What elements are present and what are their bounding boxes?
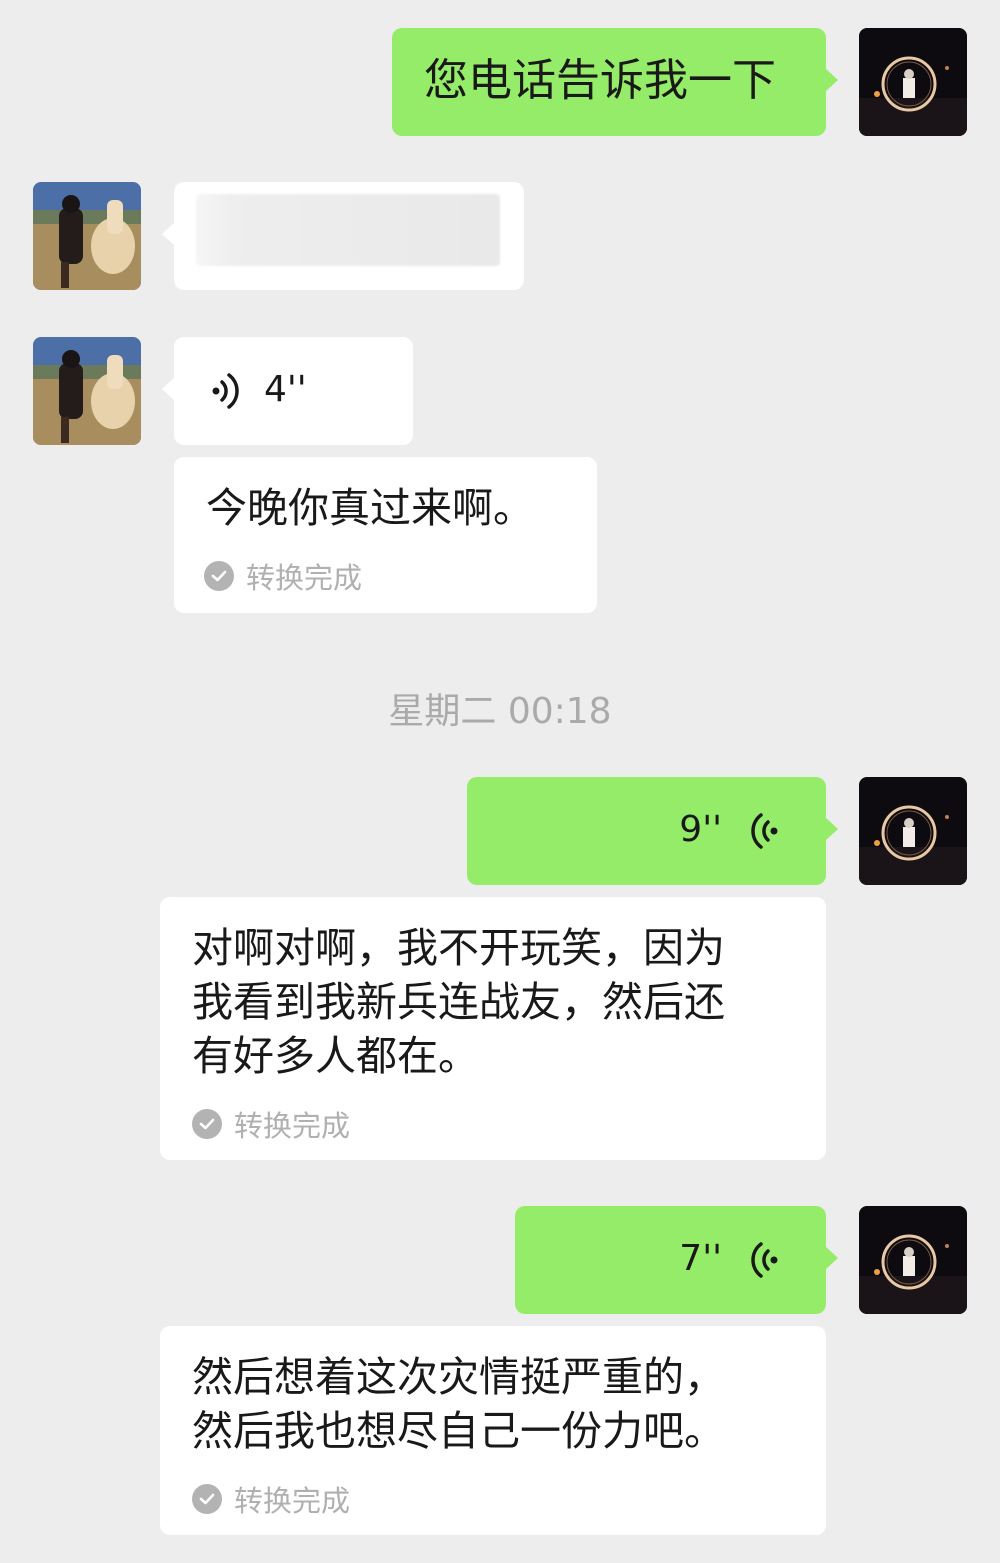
ring-portrait-avatar[interactable] (859, 777, 967, 885)
contact-text-bubble[interactable] (162, 182, 524, 290)
ring-portrait-image (859, 28, 967, 136)
message-text: 您电话告诉我一下 (424, 55, 776, 106)
voice-transcript-card[interactable]: 今晚你真过来啊。 转换完成 (174, 457, 597, 613)
transcript-line: 然后想着这次灾情挺严重的， (192, 1353, 725, 1401)
contact-voice-bubble[interactable]: 4'' (162, 337, 413, 445)
transcript-status: 转换完成 (192, 1478, 350, 1520)
status-label: 转换完成 (246, 561, 363, 595)
check-icon (192, 1484, 222, 1514)
transcript-text: 今晚你真过来啊。 (206, 484, 534, 532)
transcript-line: 对啊对啊，我不开玩笑，因为 (192, 924, 725, 972)
voice-duration: 9'' (679, 809, 722, 850)
my-voice-bubble[interactable]: 9'' (467, 777, 838, 885)
rider-horse-avatar[interactable] (33, 182, 141, 290)
ring-portrait-image (859, 1206, 967, 1314)
transcript-line: 然后我也想尽自己一份力吧。 (192, 1407, 725, 1455)
ring-portrait-image (859, 777, 967, 885)
status-label: 转换完成 (234, 1484, 351, 1518)
redacted-text (196, 194, 500, 266)
transcript-text: 对啊对啊，我不开玩笑，因为 我看到我新兵连战友，然后还 有好多人都在。 (192, 921, 725, 1083)
transcript-line: 有好多人都在。 (192, 1032, 479, 1080)
voice-wave-icon (751, 813, 778, 849)
chat-view: 您电话告诉我一下 4'' 今晚你真过来啊。 转换完成 星期二 00:18 9''… (0, 0, 1000, 1563)
ring-portrait-avatar[interactable] (859, 1206, 967, 1314)
voice-wave-icon (751, 1242, 778, 1278)
status-label: 转换完成 (234, 1109, 351, 1143)
rider-horse-image (33, 182, 141, 290)
rider-horse-avatar[interactable] (33, 337, 141, 445)
transcript-line: 我看到我新兵连战友，然后还 (192, 978, 725, 1026)
voice-transcript-card[interactable]: 然后想着这次灾情挺严重的， 然后我也想尽自己一份力吧。 转换完成 (160, 1326, 826, 1535)
voice-duration: 7'' (679, 1238, 722, 1279)
my-voice-bubble[interactable]: 7'' (515, 1206, 838, 1314)
voice-transcript-card[interactable]: 对啊对啊，我不开玩笑，因为 我看到我新兵连战友，然后还 有好多人都在。 转换完成 (160, 897, 826, 1160)
check-icon (192, 1109, 222, 1139)
voice-duration: 4'' (264, 369, 307, 410)
transcript-status: 转换完成 (192, 1103, 350, 1145)
transcript-text: 然后想着这次灾情挺严重的， 然后我也想尽自己一份力吧。 (192, 1350, 725, 1458)
voice-wave-icon (212, 373, 239, 409)
check-icon (204, 561, 234, 591)
rider-horse-image (33, 337, 141, 445)
my-text-bubble[interactable]: 您电话告诉我一下 (392, 28, 838, 136)
ring-portrait-avatar[interactable] (859, 28, 967, 136)
chat-timestamp: 星期二 00:18 (388, 691, 612, 732)
transcript-status: 转换完成 (204, 555, 362, 597)
